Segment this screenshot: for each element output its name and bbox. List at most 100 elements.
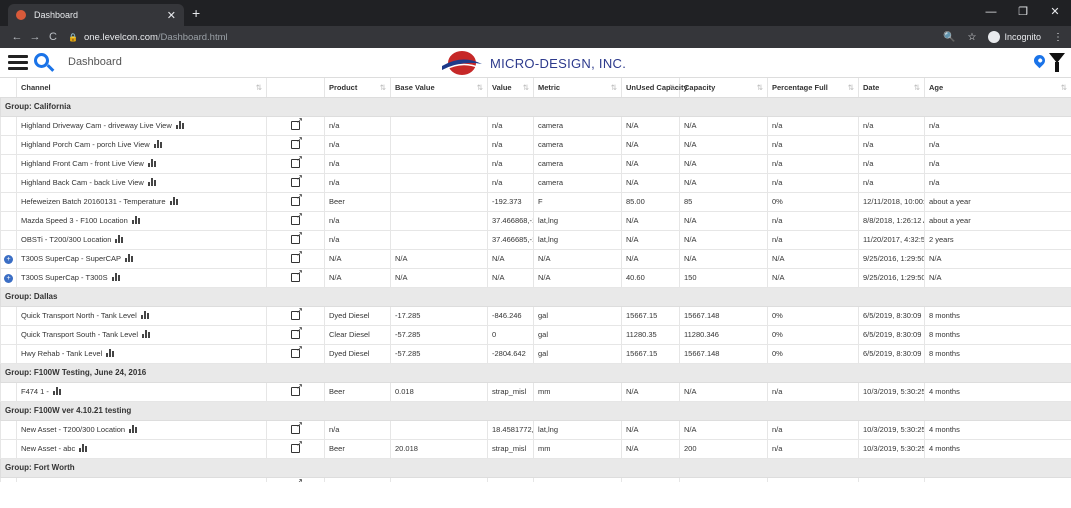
channel-cell[interactable]: Quick Transport North - Tank Level	[16, 305, 267, 326]
external-link-icon[interactable]	[291, 307, 303, 320]
sort-icon[interactable]: ⇅	[523, 83, 529, 92]
sort-icon[interactable]: ⇅	[380, 83, 386, 92]
close-window-icon[interactable]: ✕	[1039, 0, 1071, 24]
table-row[interactable]: Highland Porch Cam - porch Live Viewn/an…	[0, 134, 1071, 155]
column-header-unused-capacity[interactable]: UnUsed Capacity ⇅	[621, 78, 688, 98]
external-link-icon[interactable]	[291, 193, 303, 206]
group-row[interactable]: Group: F100W Testing, June 24, 2016	[0, 362, 1071, 383]
expand-plus-icon[interactable]: +	[4, 254, 13, 264]
external-link-icon[interactable]	[291, 345, 303, 358]
sort-icon[interactable]: ⇅	[914, 83, 920, 92]
chart-bars-icon[interactable]	[131, 216, 141, 224]
external-link-icon[interactable]	[291, 212, 303, 225]
sort-icon[interactable]: ⇅	[757, 83, 763, 92]
chart-bars-icon[interactable]	[175, 121, 185, 129]
channel-cell[interactable]: T300S SuperCap - SuperCAP	[16, 248, 267, 269]
column-header-date[interactable]: Date ⇅	[858, 78, 925, 98]
external-link-icon[interactable]	[291, 478, 303, 482]
channel-cell[interactable]: OBSTi - T200/300 Location	[16, 229, 267, 250]
channel-cell[interactable]: New Asset - T200/300 Location	[16, 419, 267, 440]
sort-icon[interactable]: ⇅	[477, 83, 483, 92]
bookmark-star-icon[interactable]: ☆	[968, 32, 977, 43]
back-icon[interactable]: ←	[8, 31, 26, 43]
channel-cell[interactable]: Frac Master - Tank Level	[16, 476, 267, 482]
table-row[interactable]: New Asset - abc Beer20.018strap_mislmmN/A…	[0, 438, 1071, 459]
sort-icon[interactable]: ⇅	[669, 83, 675, 92]
location-pin-icon[interactable]	[1031, 52, 1048, 69]
close-tab-icon[interactable]: ✕	[167, 9, 176, 22]
external-link-icon[interactable]	[291, 383, 303, 396]
table-row[interactable]: New Asset - T200/300 Location n/a 18.45817…	[0, 419, 1071, 440]
table-row[interactable]: +T300S SuperCap - SuperCAPN/AN/AN/AN/AN/…	[0, 248, 1071, 269]
table-row[interactable]: Highland Front Cam - front Live Viewn/an…	[0, 153, 1071, 174]
table-row[interactable]: Highland Driveway Cam - driveway Live Vi…	[0, 115, 1071, 136]
hamburger-menu-icon[interactable]	[8, 55, 28, 73]
channel-cell[interactable]: New Asset - abc	[16, 438, 267, 459]
zoom-icon[interactable]: 🔍	[943, 32, 955, 43]
sort-icon[interactable]: ⇅	[848, 83, 854, 92]
table-row[interactable]: Highland Back Cam - back Live Viewn/an/a…	[0, 172, 1071, 193]
new-tab-icon[interactable]: +	[192, 5, 200, 21]
external-link-icon[interactable]	[291, 269, 303, 282]
chart-bars-icon[interactable]	[140, 311, 150, 319]
sort-icon[interactable]: ⇅	[611, 83, 617, 92]
group-row[interactable]: Group: California	[0, 96, 1071, 117]
table-row[interactable]: Hefeweizen Batch 20160131 - Temperature B…	[0, 191, 1071, 212]
channel-cell[interactable]: Highland Front Cam - front Live View	[16, 153, 267, 174]
channel-cell[interactable]: Hefeweizen Batch 20160131 - Temperature	[16, 191, 267, 212]
chart-bars-icon[interactable]	[153, 140, 163, 148]
url-field[interactable]: 🔒 one.levelcon.com/Dashboard.html	[68, 29, 943, 45]
search-icon[interactable]	[34, 53, 49, 68]
maximize-icon[interactable]: ❐	[1007, 0, 1039, 24]
channel-cell[interactable]: Quick Transport South - Tank Level	[16, 324, 267, 345]
chart-bars-icon[interactable]	[115, 235, 124, 243]
chart-bars-icon[interactable]	[125, 254, 134, 262]
channel-cell[interactable]: T300S SuperCap - T300S	[16, 267, 267, 288]
table-row[interactable]: Quick Transport South - Tank Level Clear …	[0, 324, 1071, 345]
channel-cell[interactable]: F474 1 -	[16, 381, 267, 402]
external-link-icon[interactable]	[291, 155, 303, 168]
sort-icon[interactable]: ⇅	[256, 83, 262, 92]
channel-cell[interactable]: Highland Driveway Cam - driveway Live Vi…	[16, 115, 267, 136]
table-row[interactable]: Frac Master - Tank Level Dyed Diesel62.71…	[0, 476, 1071, 482]
channel-cell[interactable]: Hwy Rehab - Tank Level	[16, 343, 267, 364]
chart-bars-icon[interactable]	[79, 444, 88, 452]
external-link-icon[interactable]	[291, 174, 303, 187]
group-row[interactable]: Group: Dallas	[0, 286, 1071, 307]
group-row[interactable]: Group: F100W ver 4.10.21 testing	[0, 400, 1071, 421]
external-link-icon[interactable]	[291, 440, 303, 453]
table-row[interactable]: OBSTi - T200/300 Location n/a 37.466685,-1…	[0, 229, 1071, 250]
chart-bars-icon[interactable]	[129, 425, 138, 433]
browser-tab[interactable]: Dashboard ✕	[8, 4, 184, 26]
chart-bars-icon[interactable]	[106, 349, 115, 357]
external-link-icon[interactable]	[291, 250, 303, 263]
reload-icon[interactable]: C	[44, 31, 62, 43]
chart-bars-icon[interactable]	[52, 387, 62, 395]
chart-bars-icon[interactable]	[147, 178, 157, 186]
table-row[interactable]: F474 1 -Beer0.018strap_mislmmN/AN/An/a10…	[0, 381, 1071, 402]
table-row[interactable]: Quick Transport North - Tank Level Dyed D…	[0, 305, 1071, 326]
column-header-channel[interactable]: Channel ⇅	[16, 78, 267, 98]
external-link-icon[interactable]	[291, 231, 303, 244]
minimize-icon[interactable]: —	[975, 0, 1007, 24]
column-header-base-value[interactable]: Base Value ⇅	[390, 78, 488, 98]
column-header-value[interactable]: Value ⇅	[487, 78, 534, 98]
column-header-age[interactable]: Age ⇅	[924, 78, 1071, 98]
external-link-icon[interactable]	[291, 326, 303, 339]
browser-menu-icon[interactable]: ⋮	[1053, 32, 1063, 43]
sort-icon[interactable]: ⇅	[1061, 83, 1067, 92]
filter-icon[interactable]	[1049, 53, 1065, 72]
column-header-percentage-full[interactable]: Percentage Full ⇅	[767, 78, 859, 98]
table-row[interactable]: Mazda Speed 3 - F100 Location n/a 37.46686…	[0, 210, 1071, 231]
channel-cell[interactable]: Highland Porch Cam - porch Live View	[16, 134, 267, 155]
chart-bars-icon[interactable]	[147, 159, 157, 167]
expand-plus-icon[interactable]: +	[4, 273, 13, 283]
chart-bars-icon[interactable]	[142, 330, 151, 338]
table-row[interactable]: Hwy Rehab - Tank Level Dyed Diesel-57.285…	[0, 343, 1071, 364]
column-header-metric[interactable]: Metric ⇅	[533, 78, 622, 98]
channel-cell[interactable]: Mazda Speed 3 - F100 Location	[16, 210, 267, 231]
channel-cell[interactable]: Highland Back Cam - back Live View	[16, 172, 267, 193]
column-header-product[interactable]: Product ⇅	[324, 78, 391, 98]
incognito-indicator[interactable]: Incognito	[988, 31, 1041, 43]
external-link-icon[interactable]	[291, 136, 303, 149]
